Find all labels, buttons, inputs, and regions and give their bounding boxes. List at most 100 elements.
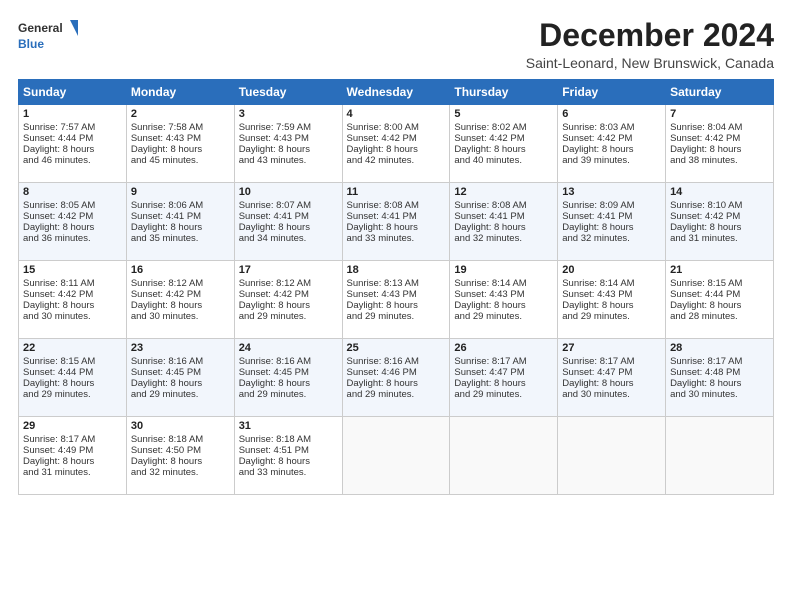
- day-number: 31: [239, 420, 338, 432]
- cell-info-line: Daylight: 8 hours: [23, 300, 122, 311]
- cell-info-line: Sunrise: 8:18 AM: [131, 434, 230, 445]
- day-number: 10: [239, 186, 338, 198]
- cell-info-line: Sunrise: 8:09 AM: [562, 200, 661, 211]
- cell-info-line: and 38 minutes.: [670, 155, 769, 166]
- cell-info-line: Daylight: 8 hours: [347, 378, 446, 389]
- cell-info-line: Sunset: 4:43 PM: [131, 133, 230, 144]
- calendar-week-4: 22Sunrise: 8:15 AMSunset: 4:44 PMDayligh…: [19, 339, 774, 417]
- cell-info-line: Sunset: 4:42 PM: [670, 211, 769, 222]
- cell-info-line: Sunrise: 8:03 AM: [562, 122, 661, 133]
- cell-info-line: and 29 minutes.: [454, 311, 553, 322]
- cell-info-line: Sunset: 4:44 PM: [670, 289, 769, 300]
- cell-info-line: Sunrise: 8:08 AM: [454, 200, 553, 211]
- cell-info-line: Sunset: 4:42 PM: [23, 211, 122, 222]
- cell-info-line: and 45 minutes.: [131, 155, 230, 166]
- cell-info-line: Daylight: 8 hours: [239, 456, 338, 467]
- cell-info-line: Sunrise: 8:02 AM: [454, 122, 553, 133]
- cell-info-line: Daylight: 8 hours: [454, 300, 553, 311]
- cell-info-line: Sunset: 4:43 PM: [454, 289, 553, 300]
- cell-info-line: Sunset: 4:44 PM: [23, 367, 122, 378]
- cell-info-line: Sunset: 4:42 PM: [131, 289, 230, 300]
- cell-info-line: Sunset: 4:47 PM: [454, 367, 553, 378]
- cell-info-line: Daylight: 8 hours: [454, 144, 553, 155]
- cell-info-line: and 36 minutes.: [23, 233, 122, 244]
- cell-info-line: and 29 minutes.: [454, 389, 553, 400]
- cell-info-line: and 33 minutes.: [347, 233, 446, 244]
- header-day-thursday: Thursday: [450, 80, 558, 105]
- cell-info-line: Sunset: 4:42 PM: [239, 289, 338, 300]
- cell-info-line: and 31 minutes.: [670, 233, 769, 244]
- header-day-tuesday: Tuesday: [234, 80, 342, 105]
- calendar-cell: 13Sunrise: 8:09 AMSunset: 4:41 PMDayligh…: [558, 183, 666, 261]
- calendar-cell: 12Sunrise: 8:08 AMSunset: 4:41 PMDayligh…: [450, 183, 558, 261]
- cell-info-line: Sunrise: 8:17 AM: [454, 356, 553, 367]
- day-number: 26: [454, 342, 553, 354]
- calendar-cell: 4Sunrise: 8:00 AMSunset: 4:42 PMDaylight…: [342, 105, 450, 183]
- cell-info-line: and 32 minutes.: [454, 233, 553, 244]
- cell-info-line: Sunrise: 8:15 AM: [23, 356, 122, 367]
- cell-info-line: Sunset: 4:43 PM: [239, 133, 338, 144]
- cell-info-line: Sunrise: 8:16 AM: [347, 356, 446, 367]
- cell-info-line: Sunrise: 8:17 AM: [23, 434, 122, 445]
- cell-info-line: Sunset: 4:41 PM: [239, 211, 338, 222]
- calendar-cell: [342, 417, 450, 495]
- day-number: 28: [670, 342, 769, 354]
- cell-info-line: Daylight: 8 hours: [670, 300, 769, 311]
- calendar-cell: 28Sunrise: 8:17 AMSunset: 4:48 PMDayligh…: [666, 339, 774, 417]
- day-number: 25: [347, 342, 446, 354]
- calendar-cell: [558, 417, 666, 495]
- calendar-cell: 18Sunrise: 8:13 AMSunset: 4:43 PMDayligh…: [342, 261, 450, 339]
- day-number: 30: [131, 420, 230, 432]
- cell-info-line: Daylight: 8 hours: [23, 144, 122, 155]
- cell-info-line: Daylight: 8 hours: [562, 300, 661, 311]
- calendar-cell: 16Sunrise: 8:12 AMSunset: 4:42 PMDayligh…: [126, 261, 234, 339]
- main-title: December 2024: [526, 18, 774, 53]
- cell-info-line: and 33 minutes.: [239, 467, 338, 478]
- cell-info-line: and 30 minutes.: [23, 311, 122, 322]
- day-number: 9: [131, 186, 230, 198]
- cell-info-line: Daylight: 8 hours: [239, 222, 338, 233]
- day-number: 6: [562, 108, 661, 120]
- cell-info-line: Daylight: 8 hours: [670, 222, 769, 233]
- title-block: December 2024 Saint-Leonard, New Brunswi…: [526, 18, 774, 71]
- calendar-cell: 25 Sunrise: 8:16 AMSunset: 4:46 PMDayligh…: [342, 339, 450, 417]
- cell-info-line: Daylight: 8 hours: [23, 378, 122, 389]
- calendar-cell: [450, 417, 558, 495]
- cell-info-line: Daylight: 8 hours: [131, 378, 230, 389]
- cell-info-line: Daylight: 8 hours: [454, 222, 553, 233]
- day-number: 11: [347, 186, 446, 198]
- cell-info-line: Daylight: 8 hours: [239, 378, 338, 389]
- page-header: General Blue December 2024 Saint-Leonard…: [18, 18, 774, 71]
- calendar-cell: 14Sunrise: 8:10 AMSunset: 4:42 PMDayligh…: [666, 183, 774, 261]
- day-number: 13: [562, 186, 661, 198]
- cell-info-line: Sunset: 4:44 PM: [23, 133, 122, 144]
- cell-info-line: Daylight: 8 hours: [562, 144, 661, 155]
- calendar-cell: 9Sunrise: 8:06 AMSunset: 4:41 PMDaylight…: [126, 183, 234, 261]
- cell-info-line: and 34 minutes.: [239, 233, 338, 244]
- calendar-table: SundayMondayTuesdayWednesdayThursdayFrid…: [18, 79, 774, 495]
- cell-info-line: Sunrise: 8:12 AM: [131, 278, 230, 289]
- cell-info-line: Daylight: 8 hours: [562, 378, 661, 389]
- cell-info-line: Sunrise: 8:11 AM: [23, 278, 122, 289]
- calendar-cell: 29Sunrise: 8:17 AMSunset: 4:49 PMDayligh…: [19, 417, 127, 495]
- cell-info-line: Sunrise: 8:17 AM: [670, 356, 769, 367]
- day-number: 14: [670, 186, 769, 198]
- cell-info-line: Sunset: 4:46 PM: [347, 367, 446, 378]
- cell-info-line: Sunset: 4:42 PM: [454, 133, 553, 144]
- cell-info-line: and 42 minutes.: [347, 155, 446, 166]
- cell-info-line: and 39 minutes.: [562, 155, 661, 166]
- day-number: 8: [23, 186, 122, 198]
- cell-info-line: and 46 minutes.: [23, 155, 122, 166]
- cell-info-line: Sunrise: 8:06 AM: [131, 200, 230, 211]
- day-number: 27: [562, 342, 661, 354]
- cell-info-line: Daylight: 8 hours: [131, 300, 230, 311]
- cell-info-line: Sunset: 4:43 PM: [562, 289, 661, 300]
- day-number: 4: [347, 108, 446, 120]
- cell-info-line: Daylight: 8 hours: [347, 144, 446, 155]
- calendar-cell: 10Sunrise: 8:07 AMSunset: 4:41 PMDayligh…: [234, 183, 342, 261]
- cell-info-line: Daylight: 8 hours: [239, 300, 338, 311]
- calendar-cell: 26Sunrise: 8:17 AMSunset: 4:47 PMDayligh…: [450, 339, 558, 417]
- cell-info-line: Sunrise: 8:04 AM: [670, 122, 769, 133]
- cell-info-line: Sunrise: 8:00 AM: [347, 122, 446, 133]
- cell-info-line: Sunset: 4:48 PM: [670, 367, 769, 378]
